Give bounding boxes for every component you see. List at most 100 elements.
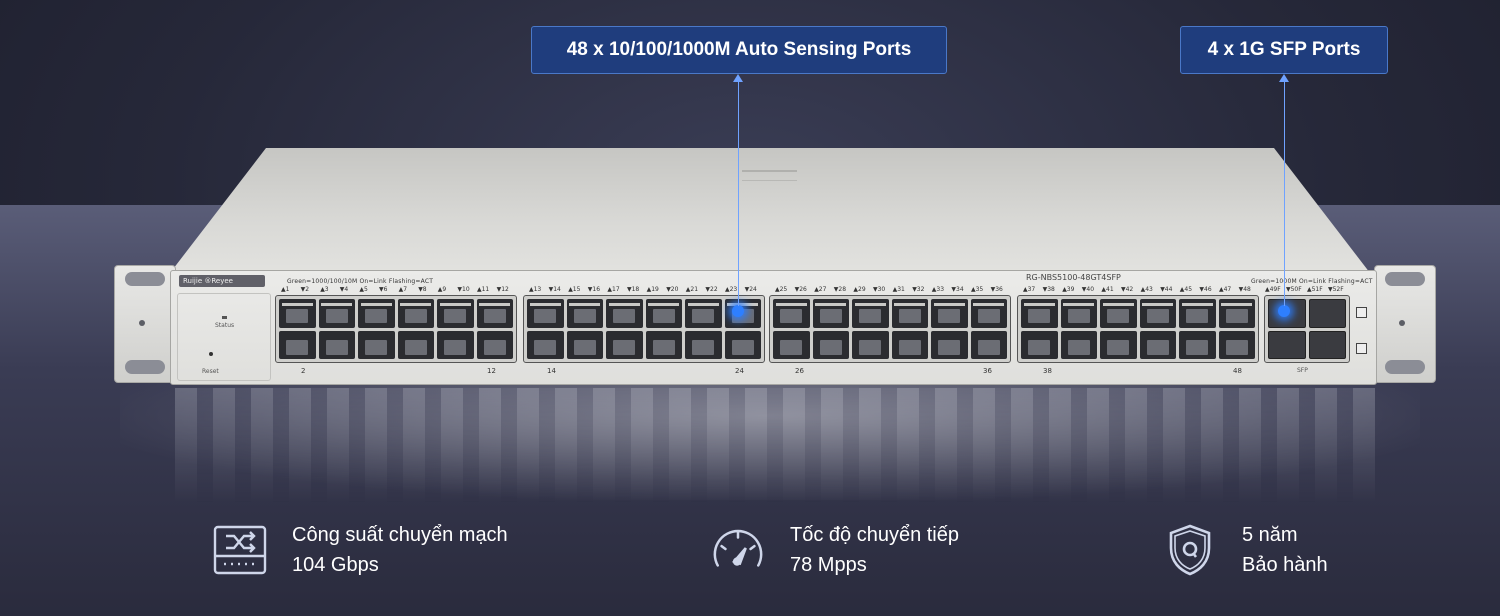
rj45-port-12[interactable] [476, 330, 513, 359]
highlight-dot-sfp [1278, 305, 1290, 317]
port-number-label: ▲13 [529, 286, 542, 293]
port-number-label: ▲5 [359, 286, 368, 293]
rj45-port-31[interactable] [891, 299, 928, 328]
port-number-label: ▲35 [971, 286, 984, 293]
sfp-number-label: ▼52F [1328, 286, 1344, 293]
rj45-port-6[interactable] [358, 330, 395, 359]
rj45-port-25[interactable] [773, 299, 810, 328]
rj45-port-17[interactable] [606, 299, 643, 328]
rj45-port-46[interactable] [1179, 330, 1216, 359]
rj45-port-45[interactable] [1179, 299, 1216, 328]
highlight-dot-port [732, 305, 744, 317]
rj45-port-11[interactable] [476, 299, 513, 328]
rj45-port-4[interactable] [318, 330, 355, 359]
sfp-port-group [1264, 295, 1350, 363]
switch-top-cover [170, 148, 1370, 273]
port-number-label: ▼38 [1042, 286, 1055, 293]
rj45-port-48[interactable] [1218, 330, 1255, 359]
rj45-port-24[interactable] [724, 330, 761, 359]
rj45-port-19[interactable] [645, 299, 682, 328]
switch-front-panel: Ruijie ®Reyee Green=1000/100/10M On=Link… [170, 270, 1377, 385]
port-group-13-24 [523, 295, 765, 363]
rj45-port-47[interactable] [1218, 299, 1255, 328]
rj45-port-43[interactable] [1139, 299, 1176, 328]
port-number-label: ▲9 [437, 286, 447, 293]
spec-title: 5 năm [1242, 524, 1298, 546]
port-number-label: ▼18 [627, 286, 640, 293]
rj45-port-35[interactable] [970, 299, 1007, 328]
port-number-label: ▼26 [794, 286, 807, 293]
bottom-number: 38 [1043, 367, 1052, 375]
rj45-port-32[interactable] [891, 330, 928, 359]
rj45-port-1[interactable] [279, 299, 316, 328]
rj45-port-3[interactable] [318, 299, 355, 328]
port-number-label: ▼12 [496, 286, 509, 293]
port-number-label: ▼44 [1160, 286, 1173, 293]
port-number-label: ▲31 [892, 286, 905, 293]
rj45-port-39[interactable] [1060, 299, 1097, 328]
rj45-port-34[interactable] [931, 330, 968, 359]
rj45-port-26[interactable] [773, 330, 810, 359]
rj45-port-41[interactable] [1100, 299, 1137, 328]
bottom-number: 48 [1233, 367, 1242, 375]
bottom-number: 26 [795, 367, 804, 375]
reset-button[interactable] [209, 352, 213, 356]
rj45-port-40[interactable] [1060, 330, 1097, 359]
rj45-port-30[interactable] [852, 330, 889, 359]
brand-logo: Ruijie ®Reyee [179, 275, 265, 287]
rj45-port-21[interactable] [685, 299, 722, 328]
rj45-port-8[interactable] [397, 330, 434, 359]
port-number-label: ▲7 [398, 286, 408, 293]
rj45-port-7[interactable] [397, 299, 434, 328]
legend-right: Green=1000M On=Link Flashing=ACT [1251, 278, 1373, 285]
sfp-port-50[interactable] [1308, 299, 1346, 328]
spec-switching-capacity: Công suất chuyển mạch 104 Gbps [212, 515, 508, 585]
bottom-number: 36 [983, 367, 992, 375]
port-number-label: ▲29 [853, 286, 866, 293]
spec-forwarding-rate: Tốc độ chuyển tiếp 78 Mpps [710, 515, 959, 585]
rj45-port-36[interactable] [970, 330, 1007, 359]
rj45-port-28[interactable] [812, 330, 849, 359]
sfp-port-51[interactable] [1268, 330, 1306, 359]
rj45-port-42[interactable] [1100, 330, 1137, 359]
port-number-label: ▲19 [646, 286, 659, 293]
port-number-label: ▼10 [457, 286, 470, 293]
rj45-port-22[interactable] [685, 330, 722, 359]
port-group-25-36 [769, 295, 1011, 363]
rack-ear-left [114, 265, 176, 383]
bottom-number: 14 [547, 367, 556, 375]
rj45-port-37[interactable] [1021, 299, 1058, 328]
rj45-port-9[interactable] [437, 299, 474, 328]
spec-title: Tốc độ chuyển tiếp [790, 524, 959, 546]
port-number-label: ▲39 [1062, 286, 1075, 293]
rack-ear-right [1374, 265, 1436, 383]
port-number-label: ▼2 [300, 286, 310, 293]
rj45-port-27[interactable] [812, 299, 849, 328]
rj45-port-14[interactable] [527, 330, 564, 359]
rj45-port-10[interactable] [437, 330, 474, 359]
sfp-port-52[interactable] [1308, 330, 1346, 359]
port-number-label: ▼8 [418, 286, 427, 293]
port-number-label: ▼30 [873, 286, 886, 293]
status-label: Status [215, 322, 235, 329]
sfp-leader-line [1283, 80, 1285, 306]
sfp-number-label: ▲51F [1307, 286, 1323, 293]
port-number-label: ▼46 [1199, 286, 1212, 293]
spec-value: 78 Mpps [790, 554, 867, 576]
rj45-port-38[interactable] [1021, 330, 1058, 359]
warranty-shield-icon [1162, 522, 1218, 578]
rj45-port-16[interactable] [566, 330, 603, 359]
control-area: Status Reset [177, 293, 271, 381]
port-number-label: ▲27 [814, 286, 827, 293]
rj45-port-33[interactable] [931, 299, 968, 328]
port-number-label: ▼4 [339, 286, 349, 293]
rj45-port-29[interactable] [852, 299, 889, 328]
rj45-port-15[interactable] [566, 299, 603, 328]
rj45-port-5[interactable] [358, 299, 395, 328]
rj45-port-20[interactable] [645, 330, 682, 359]
rj45-port-44[interactable] [1139, 330, 1176, 359]
port-number-label: ▼42 [1121, 286, 1134, 293]
rj45-port-18[interactable] [606, 330, 643, 359]
rj45-port-2[interactable] [279, 330, 316, 359]
rj45-port-13[interactable] [527, 299, 564, 328]
